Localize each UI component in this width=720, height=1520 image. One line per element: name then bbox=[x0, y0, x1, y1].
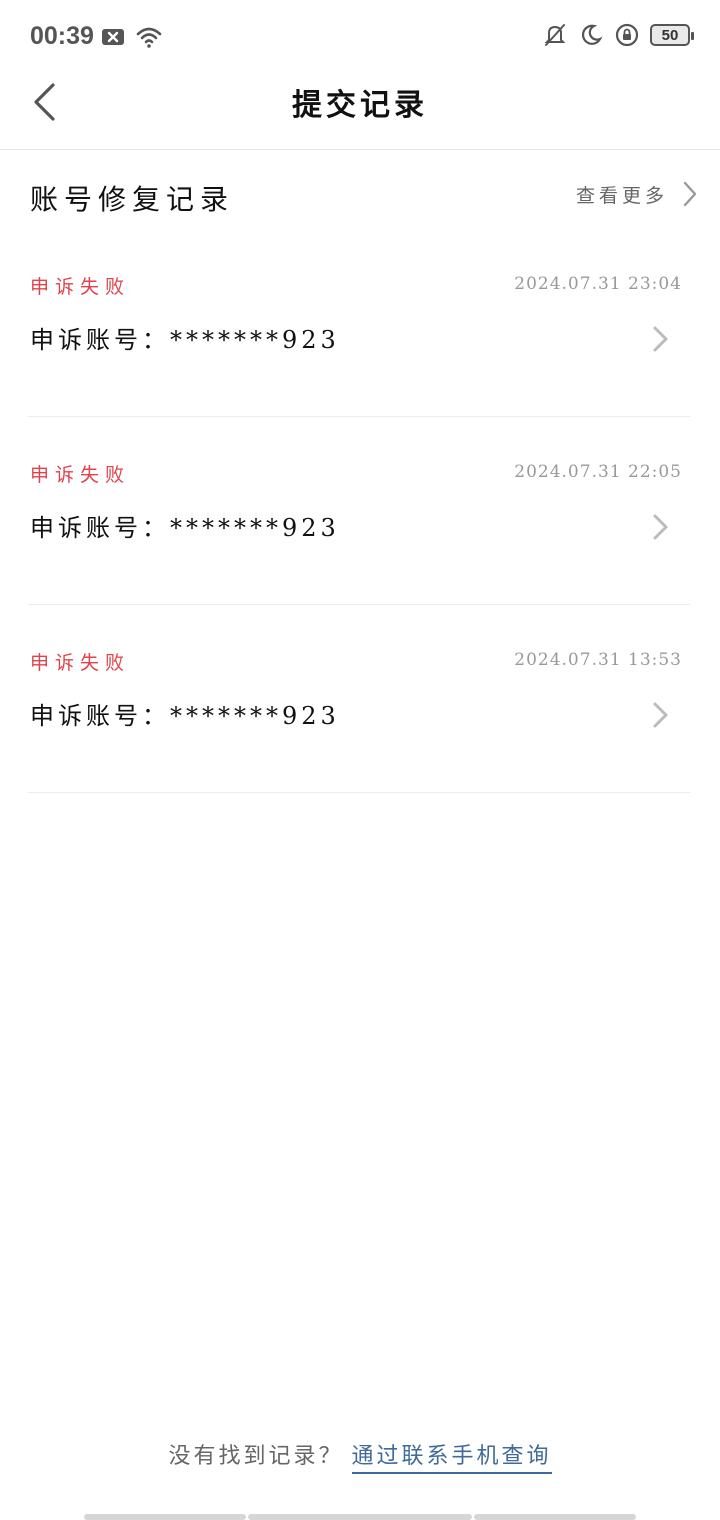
record-item[interactable]: 申诉失败 2024.07.31 13:53 申诉账号：*******923 bbox=[28, 618, 690, 793]
footer-text: 没有找到记录？ bbox=[168, 1444, 344, 1469]
record-time: 2024.07.31 13:53 bbox=[514, 650, 682, 670]
record-status: 申诉失败 bbox=[30, 276, 131, 298]
record-account: 申诉账号：*******923 bbox=[30, 514, 340, 542]
record-item[interactable]: 申诉失败 2024.07.31 23:04 申诉账号：*******923 bbox=[28, 242, 690, 417]
record-status: 申诉失败 bbox=[30, 464, 131, 486]
notification-x-icon bbox=[102, 29, 124, 45]
chevron-right-icon bbox=[653, 514, 668, 540]
bell-muted-icon bbox=[544, 24, 566, 46]
page-title: 提交记录 bbox=[292, 88, 428, 123]
record-item[interactable]: 申诉失败 2024.07.31 22:05 申诉账号：*******923 bbox=[28, 430, 690, 605]
status-time: 00:39 bbox=[30, 22, 94, 50]
gesture-bar-segment bbox=[248, 1514, 472, 1520]
view-more-label: 查看更多 bbox=[575, 184, 668, 207]
record-time: 2024.07.31 23:04 bbox=[514, 274, 682, 294]
record-account: 申诉账号：*******923 bbox=[30, 702, 340, 730]
record-time: 2024.07.31 22:05 bbox=[514, 462, 682, 482]
moon-icon bbox=[582, 24, 603, 45]
chevron-right-icon bbox=[653, 702, 668, 728]
section-title: 账号修复记录 bbox=[30, 183, 235, 216]
rotation-lock-icon bbox=[615, 23, 639, 47]
chevron-right-icon bbox=[653, 326, 668, 352]
page: 00:39 50 提交记录 账号修复记录 查看更多 申诉失败 2024.07.3… bbox=[0, 0, 720, 1520]
status-bar: 00:39 50 bbox=[0, 0, 720, 74]
section-header: 账号修复记录 查看更多 bbox=[0, 150, 720, 242]
gesture-bar-segment bbox=[84, 1514, 246, 1520]
nav-bar: 提交记录 bbox=[0, 74, 720, 150]
wifi-icon bbox=[136, 27, 162, 48]
record-account: 申诉账号：*******923 bbox=[30, 326, 340, 354]
battery-indicator: 50 bbox=[650, 24, 694, 46]
record-status: 申诉失败 bbox=[30, 652, 131, 674]
gesture-bar-segment bbox=[474, 1514, 636, 1520]
view-more-button[interactable]: 查看更多 bbox=[576, 180, 698, 208]
chevron-right-icon bbox=[683, 181, 697, 207]
footer: 没有找到记录？ 通过联系手机查询 bbox=[0, 1438, 720, 1474]
phone-query-link[interactable]: 通过联系手机查询 bbox=[351, 1444, 552, 1474]
